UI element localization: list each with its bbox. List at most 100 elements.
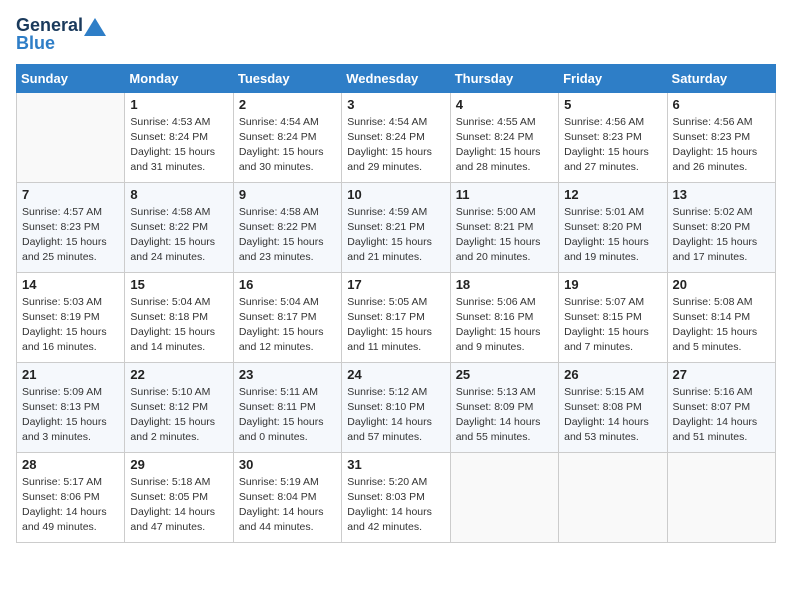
- cell-info: Sunrise: 5:12 AM Sunset: 8:10 PM Dayligh…: [347, 385, 444, 446]
- calendar-cell: 14 Sunrise: 5:03 AM Sunset: 8:19 PM Dayli…: [17, 272, 125, 362]
- logo-text-blue: Blue: [16, 34, 55, 54]
- cell-info: Sunrise: 4:53 AM Sunset: 8:24 PM Dayligh…: [130, 115, 227, 176]
- calendar-cell: 7 Sunrise: 4:57 AM Sunset: 8:23 PM Daylig…: [17, 182, 125, 272]
- cell-day-number: 7: [22, 187, 119, 202]
- calendar-cell: 18 Sunrise: 5:06 AM Sunset: 8:16 PM Dayli…: [450, 272, 558, 362]
- cell-day-number: 31: [347, 457, 444, 472]
- calendar-cell: [559, 452, 667, 542]
- cell-day-number: 10: [347, 187, 444, 202]
- cell-day-number: 14: [22, 277, 119, 292]
- calendar-cell: 12 Sunrise: 5:01 AM Sunset: 8:20 PM Dayli…: [559, 182, 667, 272]
- calendar-cell: 8Sunrise: 4:58 AM Sunset: 8:22 PM Daylig…: [125, 182, 233, 272]
- cell-info: Sunrise: 5:20 AM Sunset: 8:03 PM Dayligh…: [347, 475, 444, 536]
- calendar-cell: 11 Sunrise: 5:00 AM Sunset: 8:21 PM Dayli…: [450, 182, 558, 272]
- page-header: General Blue: [16, 16, 776, 54]
- calendar-cell: 1 Sunrise: 4:53 AM Sunset: 8:24 PM Daylig…: [125, 92, 233, 182]
- cell-info: Sunrise: 4:56 AM Sunset: 8:23 PM Dayligh…: [673, 115, 770, 176]
- cell-info: Sunrise: 5:01 AM Sunset: 8:20 PM Dayligh…: [564, 205, 661, 266]
- cell-day-number: 3: [347, 97, 444, 112]
- calendar-week-1: 1 Sunrise: 4:53 AM Sunset: 8:24 PM Daylig…: [17, 92, 776, 182]
- cell-info: Sunrise: 5:11 AM Sunset: 8:11 PM Dayligh…: [239, 385, 336, 446]
- calendar-cell: 15Sunrise: 5:04 AM Sunset: 8:18 PM Dayli…: [125, 272, 233, 362]
- cell-info: Sunrise: 5:05 AM Sunset: 8:17 PM Dayligh…: [347, 295, 444, 356]
- cell-day-number: 1: [130, 97, 227, 112]
- cell-info: Sunrise: 4:54 AM Sunset: 8:24 PM Dayligh…: [347, 115, 444, 176]
- calendar-cell: 17 Sunrise: 5:05 AM Sunset: 8:17 PM Dayli…: [342, 272, 450, 362]
- cell-day-number: 25: [456, 367, 553, 382]
- cell-info: Sunrise: 5:10 AM Sunset: 8:12 PM Dayligh…: [130, 385, 227, 446]
- cell-day-number: 28: [22, 457, 119, 472]
- cell-day-number: 27: [673, 367, 770, 382]
- cell-info: Sunrise: 5:13 AM Sunset: 8:09 PM Dayligh…: [456, 385, 553, 446]
- header-wednesday: Wednesday: [342, 64, 450, 92]
- calendar-cell: 19 Sunrise: 5:07 AM Sunset: 8:15 PM Dayli…: [559, 272, 667, 362]
- cell-day-number: 26: [564, 367, 661, 382]
- cell-info: Sunrise: 5:06 AM Sunset: 8:16 PM Dayligh…: [456, 295, 553, 356]
- cell-info: Sunrise: 5:15 AM Sunset: 8:08 PM Dayligh…: [564, 385, 661, 446]
- cell-day-number: 12: [564, 187, 661, 202]
- calendar-cell: 9 Sunrise: 4:58 AM Sunset: 8:22 PM Daylig…: [233, 182, 341, 272]
- calendar-week-5: 28 Sunrise: 5:17 AM Sunset: 8:06 PM Dayli…: [17, 452, 776, 542]
- calendar-cell: 29Sunrise: 5:18 AM Sunset: 8:05 PM Dayli…: [125, 452, 233, 542]
- cell-info: Sunrise: 5:19 AM Sunset: 8:04 PM Dayligh…: [239, 475, 336, 536]
- cell-info: Sunrise: 4:57 AM Sunset: 8:23 PM Dayligh…: [22, 205, 119, 266]
- header-friday: Friday: [559, 64, 667, 92]
- calendar-cell: 3 Sunrise: 4:54 AM Sunset: 8:24 PM Daylig…: [342, 92, 450, 182]
- cell-info: Sunrise: 5:00 AM Sunset: 8:21 PM Dayligh…: [456, 205, 553, 266]
- cell-info: Sunrise: 5:16 AM Sunset: 8:07 PM Dayligh…: [673, 385, 770, 446]
- calendar-cell: 20Sunrise: 5:08 AM Sunset: 8:14 PM Dayli…: [667, 272, 775, 362]
- calendar-table: SundayMondayTuesdayWednesdayThursdayFrid…: [16, 64, 776, 543]
- cell-info: Sunrise: 4:54 AM Sunset: 8:24 PM Dayligh…: [239, 115, 336, 176]
- calendar-cell: 21Sunrise: 5:09 AM Sunset: 8:13 PM Dayli…: [17, 362, 125, 452]
- cell-info: Sunrise: 5:04 AM Sunset: 8:18 PM Dayligh…: [130, 295, 227, 356]
- calendar-cell: 25 Sunrise: 5:13 AM Sunset: 8:09 PM Dayli…: [450, 362, 558, 452]
- cell-info: Sunrise: 5:17 AM Sunset: 8:06 PM Dayligh…: [22, 475, 119, 536]
- cell-info: Sunrise: 5:18 AM Sunset: 8:05 PM Dayligh…: [130, 475, 227, 536]
- calendar-week-3: 14 Sunrise: 5:03 AM Sunset: 8:19 PM Dayli…: [17, 272, 776, 362]
- cell-day-number: 2: [239, 97, 336, 112]
- cell-day-number: 18: [456, 277, 553, 292]
- cell-day-number: 19: [564, 277, 661, 292]
- calendar-cell: 13 Sunrise: 5:02 AM Sunset: 8:20 PM Dayli…: [667, 182, 775, 272]
- cell-day-number: 11: [456, 187, 553, 202]
- calendar-cell: 2 Sunrise: 4:54 AM Sunset: 8:24 PM Daylig…: [233, 92, 341, 182]
- cell-info: Sunrise: 4:56 AM Sunset: 8:23 PM Dayligh…: [564, 115, 661, 176]
- calendar-cell: 4Sunrise: 4:55 AM Sunset: 8:24 PM Daylig…: [450, 92, 558, 182]
- calendar-cell: [17, 92, 125, 182]
- cell-info: Sunrise: 5:08 AM Sunset: 8:14 PM Dayligh…: [673, 295, 770, 356]
- calendar-cell: 30Sunrise: 5:19 AM Sunset: 8:04 PM Dayli…: [233, 452, 341, 542]
- logo: General Blue: [16, 16, 106, 54]
- cell-info: Sunrise: 4:55 AM Sunset: 8:24 PM Dayligh…: [456, 115, 553, 176]
- calendar-cell: 26 Sunrise: 5:15 AM Sunset: 8:08 PM Dayli…: [559, 362, 667, 452]
- calendar-cell: 27 Sunrise: 5:16 AM Sunset: 8:07 PM Dayli…: [667, 362, 775, 452]
- calendar-cell: [450, 452, 558, 542]
- cell-info: Sunrise: 5:07 AM Sunset: 8:15 PM Dayligh…: [564, 295, 661, 356]
- calendar-cell: [667, 452, 775, 542]
- cell-info: Sunrise: 5:02 AM Sunset: 8:20 PM Dayligh…: [673, 205, 770, 266]
- cell-info: Sunrise: 5:04 AM Sunset: 8:17 PM Dayligh…: [239, 295, 336, 356]
- calendar-cell: 5Sunrise: 4:56 AM Sunset: 8:23 PM Daylig…: [559, 92, 667, 182]
- cell-info: Sunrise: 4:58 AM Sunset: 8:22 PM Dayligh…: [239, 205, 336, 266]
- cell-info: Sunrise: 5:03 AM Sunset: 8:19 PM Dayligh…: [22, 295, 119, 356]
- cell-day-number: 6: [673, 97, 770, 112]
- cell-info: Sunrise: 4:59 AM Sunset: 8:21 PM Dayligh…: [347, 205, 444, 266]
- cell-day-number: 17: [347, 277, 444, 292]
- calendar-cell: 28 Sunrise: 5:17 AM Sunset: 8:06 PM Dayli…: [17, 452, 125, 542]
- cell-day-number: 23: [239, 367, 336, 382]
- cell-info: Sunrise: 4:58 AM Sunset: 8:22 PM Dayligh…: [130, 205, 227, 266]
- calendar-cell: 10 Sunrise: 4:59 AM Sunset: 8:21 PM Dayli…: [342, 182, 450, 272]
- calendar-cell: 16Sunrise: 5:04 AM Sunset: 8:17 PM Dayli…: [233, 272, 341, 362]
- calendar-week-2: 7 Sunrise: 4:57 AM Sunset: 8:23 PM Daylig…: [17, 182, 776, 272]
- calendar-week-4: 21Sunrise: 5:09 AM Sunset: 8:13 PM Dayli…: [17, 362, 776, 452]
- calendar-cell: 6 Sunrise: 4:56 AM Sunset: 8:23 PM Daylig…: [667, 92, 775, 182]
- header-saturday: Saturday: [667, 64, 775, 92]
- cell-day-number: 9: [239, 187, 336, 202]
- cell-info: Sunrise: 5:09 AM Sunset: 8:13 PM Dayligh…: [22, 385, 119, 446]
- cell-day-number: 13: [673, 187, 770, 202]
- cell-day-number: 22: [130, 367, 227, 382]
- calendar-body: 1 Sunrise: 4:53 AM Sunset: 8:24 PM Daylig…: [17, 92, 776, 542]
- calendar-cell: 31 Sunrise: 5:20 AM Sunset: 8:03 PM Dayli…: [342, 452, 450, 542]
- calendar-cell: 23 Sunrise: 5:11 AM Sunset: 8:11 PM Dayli…: [233, 362, 341, 452]
- header-monday: Monday: [125, 64, 233, 92]
- calendar-header-row: SundayMondayTuesdayWednesdayThursdayFrid…: [17, 64, 776, 92]
